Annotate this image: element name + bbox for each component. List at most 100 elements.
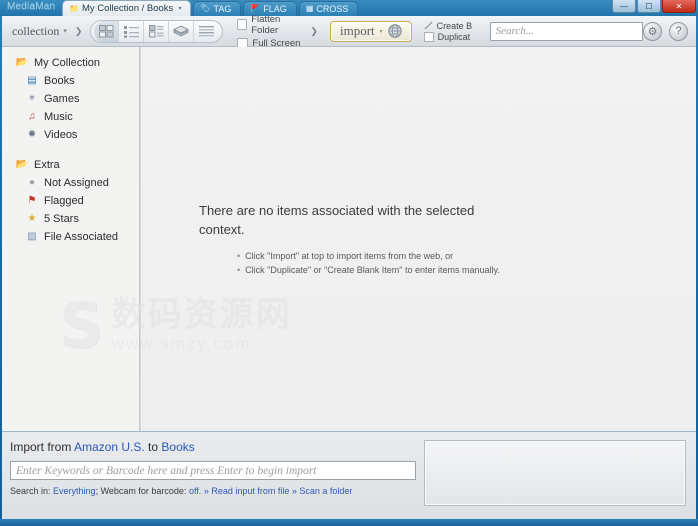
import-button[interactable]: import ▾ bbox=[329, 20, 412, 42]
folder-icon: 📁 bbox=[69, 3, 79, 13]
import-label: import bbox=[339, 23, 375, 38]
toolbar-expand-arrow-right[interactable]: ❯ bbox=[310, 26, 318, 37]
sidebar-item-books[interactable]: ▤ Books bbox=[2, 73, 139, 88]
sidebar-item-label: Books bbox=[44, 74, 75, 87]
sidebar-item-label: My Collection bbox=[34, 56, 101, 69]
gear-icon[interactable]: ⚙ bbox=[643, 21, 662, 41]
tag-icon: 🏷 bbox=[200, 4, 211, 13]
cross-grid-icon: ▦ bbox=[305, 4, 314, 13]
gamepad-icon: ✶ bbox=[27, 93, 37, 104]
toolbar-checkbox-group: Flatten Folder Full Screen bbox=[237, 14, 302, 49]
view-mode-group bbox=[90, 19, 224, 43]
sidebar-item-file-associated[interactable]: ▧ File Associated bbox=[2, 229, 139, 244]
hint-duplicate: Click "Duplicate" or "Create Blank Item"… bbox=[237, 264, 500, 278]
webcam-toggle-link[interactable]: off. bbox=[189, 486, 201, 496]
book-icon: ▤ bbox=[27, 75, 37, 86]
import-panel-title: Import from Amazon U.S. to Books bbox=[10, 440, 410, 454]
folder-icon: 📂 bbox=[15, 57, 29, 68]
flag-icon: ⚑ bbox=[27, 195, 37, 206]
application-window: MediaMan 📁 My Collection / Books ▾ 🏷 TAG… bbox=[0, 0, 698, 526]
flag-icon: 🚩 bbox=[250, 4, 261, 13]
import-preview-pane[interactable] bbox=[424, 440, 686, 506]
view-mode-details-button[interactable] bbox=[144, 20, 170, 42]
sidebar-item-label: Flagged bbox=[44, 194, 84, 207]
import-panel-right bbox=[420, 432, 696, 519]
import-target-link[interactable]: Books bbox=[161, 440, 194, 454]
search-in-label: Search in: bbox=[10, 486, 54, 496]
import-panel: Import from Amazon U.S. to Books Enter K… bbox=[2, 431, 696, 519]
tab-label: My Collection / Books bbox=[81, 3, 174, 14]
sidebar-item-label: Games bbox=[44, 92, 80, 105]
sidebar-divider bbox=[2, 145, 139, 157]
read-input-from-file-link[interactable]: » Read input from file bbox=[204, 486, 290, 496]
sidebar-item-5-stars[interactable]: ★ 5 Stars bbox=[2, 211, 139, 226]
chevron-down-icon: ▾ bbox=[379, 28, 383, 35]
view-mode-stack-button[interactable] bbox=[169, 20, 195, 42]
content-area: There are no items associated with the s… bbox=[59, 47, 696, 431]
music-note-icon: ♫ bbox=[28, 111, 36, 122]
tab-my-collection-books[interactable]: 📁 My Collection / Books ▾ bbox=[62, 0, 192, 16]
duplicate-checkbox[interactable]: Duplicat bbox=[423, 31, 484, 42]
duplicate-label: Duplicat bbox=[437, 31, 471, 42]
sidebar-item-label: Music bbox=[44, 110, 73, 123]
tab-tag[interactable]: 🏷 TAG bbox=[193, 1, 242, 16]
collection-dropdown[interactable]: collection ▾ bbox=[12, 24, 67, 39]
import-source-link[interactable]: Amazon U.S. bbox=[74, 440, 145, 454]
toolbar-expand-arrow-left[interactable]: ❯ bbox=[75, 26, 83, 37]
stack-view-icon bbox=[173, 24, 190, 37]
scan-a-folder-link[interactable]: » Scan a folder bbox=[292, 486, 353, 496]
flatten-folder-checkbox[interactable]: Flatten Folder bbox=[237, 14, 302, 36]
maximize-button[interactable]: ☐ bbox=[637, 0, 661, 13]
details-view-icon bbox=[148, 24, 164, 37]
tab-label: FLAG bbox=[263, 4, 287, 14]
star-icon: ★ bbox=[27, 213, 37, 224]
search-placeholder: Search... bbox=[495, 25, 535, 37]
title-bar: MediaMan 📁 My Collection / Books ▾ 🏷 TAG… bbox=[0, 0, 698, 16]
view-mode-list-button[interactable] bbox=[119, 20, 145, 42]
collection-label: collection bbox=[12, 23, 60, 38]
sidebar-item-music[interactable]: ♫ Music bbox=[2, 109, 139, 124]
empty-state-message: There are no items associated with the s… bbox=[199, 203, 475, 237]
circle-icon: ● bbox=[28, 177, 36, 188]
status-bar bbox=[0, 519, 698, 526]
main-body: 📂 My Collection ▤ Books ✶ Games ♫ Music … bbox=[2, 47, 696, 431]
search-in-everything-link[interactable]: Everything bbox=[53, 486, 96, 496]
hint-import: Click "Import" at top to import items fr… bbox=[237, 250, 500, 264]
tab-label: CROSS bbox=[316, 4, 349, 14]
close-button[interactable]: ✕ bbox=[662, 0, 696, 13]
import-title-prefix: Import from bbox=[10, 440, 75, 454]
sidebar-item-flagged[interactable]: ⚑ Flagged bbox=[2, 193, 139, 208]
chevron-down-icon: ▾ bbox=[63, 27, 67, 35]
view-mode-grid-button[interactable] bbox=[94, 20, 120, 42]
sidebar-item-label: 5 Stars bbox=[44, 212, 79, 225]
sidebar-item-games[interactable]: ✶ Games bbox=[2, 91, 139, 106]
create-blank-item-button[interactable]: Create B bbox=[424, 21, 484, 31]
sidebar-item-not-assigned[interactable]: ● Not Assigned bbox=[2, 175, 139, 190]
search-input[interactable]: Search... bbox=[489, 21, 643, 41]
create-blank-label: Create B bbox=[436, 20, 473, 31]
keyword-barcode-input[interactable]: Enter Keywords or Barcode here and press… bbox=[10, 461, 416, 480]
video-icon: ✹ bbox=[27, 129, 37, 140]
empty-state-hints: Click "Import" at top to import items fr… bbox=[237, 250, 500, 278]
folder-icon: 📂 bbox=[15, 159, 29, 170]
lines-view-icon bbox=[199, 25, 215, 36]
keyword-placeholder: Enter Keywords or Barcode here and press… bbox=[16, 464, 317, 477]
sidebar-navigation: 📂 My Collection ▤ Books ✶ Games ♫ Music … bbox=[2, 47, 140, 431]
view-mode-lines-button[interactable] bbox=[194, 21, 219, 42]
grid-view-icon bbox=[98, 24, 114, 37]
sidebar-item-my-collection[interactable]: 📂 My Collection bbox=[2, 55, 139, 70]
webcam-label: ; Webcam for barcode: bbox=[95, 486, 189, 496]
create-blank-duplicate-group: Create B Duplicat bbox=[423, 21, 484, 42]
sidebar-item-extra[interactable]: 📂 Extra bbox=[2, 157, 139, 172]
tab-cross[interactable]: ▦ CROSS bbox=[298, 1, 359, 16]
minimize-button[interactable]: — bbox=[612, 0, 636, 13]
sidebar-item-label: Extra bbox=[34, 158, 60, 171]
pencil-icon bbox=[424, 21, 433, 30]
help-icon[interactable]: ? bbox=[669, 21, 688, 41]
import-title-mid: to bbox=[144, 440, 162, 454]
main-toolbar: collection ▾ ❯ Flatten Folder Full Scree… bbox=[2, 14, 696, 49]
sidebar-item-label: Not Assigned bbox=[44, 176, 109, 189]
sidebar-item-videos[interactable]: ✹ Videos bbox=[2, 127, 139, 142]
chevron-down-icon[interactable]: ▾ bbox=[178, 5, 181, 12]
sidebar-item-label: Videos bbox=[44, 128, 78, 141]
